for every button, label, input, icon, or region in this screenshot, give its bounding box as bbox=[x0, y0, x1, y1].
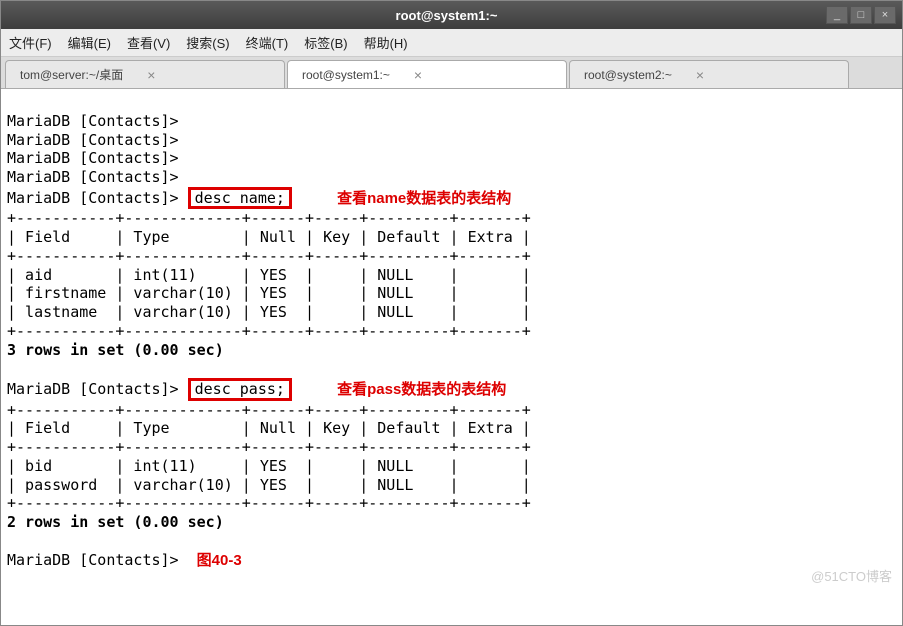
result-summary: 3 rows in set (0.00 sec) bbox=[7, 341, 224, 359]
menu-bar: 文件(F) 编辑(E) 查看(V) 搜索(S) 终端(T) 标签(B) 帮助(H… bbox=[1, 29, 902, 57]
watermark: @51CTO博客 bbox=[811, 569, 892, 585]
terminal-area[interactable]: MariaDB [Contacts]> MariaDB [Contacts]> … bbox=[1, 89, 902, 593]
window-title: root@system1:~ bbox=[67, 8, 826, 23]
menu-search[interactable]: 搜索(S) bbox=[186, 33, 229, 52]
annotation-name: 查看name数据表的表结构 bbox=[337, 190, 511, 207]
table-border: +-----------+-------------+------+-----+… bbox=[7, 401, 531, 419]
tab-label: root@system1:~ bbox=[302, 68, 390, 82]
command-highlight-box: desc pass; bbox=[188, 378, 292, 401]
table-border: +-----------+-------------+------+-----+… bbox=[7, 209, 531, 227]
menu-file[interactable]: 文件(F) bbox=[9, 33, 52, 52]
prompt-line: MariaDB [Contacts]> bbox=[7, 149, 179, 167]
close-icon[interactable]: × bbox=[696, 67, 704, 83]
close-icon[interactable]: × bbox=[414, 67, 422, 83]
table-row: | bid | int(11) | YES | | NULL | | bbox=[7, 457, 531, 475]
table-border: +-----------+-------------+------+-----+… bbox=[7, 494, 531, 512]
command-highlight-box: desc name; bbox=[188, 187, 292, 210]
annotation-pass: 查看pass数据表的表结构 bbox=[337, 381, 506, 398]
prompt-line: MariaDB [Contacts]> bbox=[7, 131, 179, 149]
command-desc-pass: desc pass; bbox=[195, 380, 285, 398]
maximize-button[interactable]: □ bbox=[850, 6, 872, 24]
minimize-button[interactable]: _ bbox=[826, 6, 848, 24]
prompt-line: MariaDB [Contacts]> bbox=[7, 380, 179, 398]
table-border: +-----------+-------------+------+-----+… bbox=[7, 438, 531, 456]
result-summary: 2 rows in set (0.00 sec) bbox=[7, 513, 224, 531]
tab-label: tom@server:~/桌面 bbox=[20, 66, 123, 83]
command-desc-name: desc name; bbox=[195, 189, 285, 207]
table-row: | aid | int(11) | YES | | NULL | | bbox=[7, 266, 531, 284]
prompt-line: MariaDB [Contacts]> bbox=[7, 551, 179, 569]
menu-terminal[interactable]: 终端(T) bbox=[246, 33, 289, 52]
tab-root-system2[interactable]: root@system2:~ × bbox=[569, 60, 849, 88]
table-header: | Field | Type | Null | Key | Default | … bbox=[7, 228, 531, 246]
window-titlebar: root@system1:~ _ □ × bbox=[1, 1, 902, 29]
tab-bar: tom@server:~/桌面 × root@system1:~ × root@… bbox=[1, 57, 902, 89]
prompt-line: MariaDB [Contacts]> bbox=[7, 189, 179, 207]
table-border: +-----------+-------------+------+-----+… bbox=[7, 322, 531, 340]
close-button[interactable]: × bbox=[874, 6, 896, 24]
table-header: | Field | Type | Null | Key | Default | … bbox=[7, 419, 531, 437]
tab-tom-server[interactable]: tom@server:~/桌面 × bbox=[5, 60, 285, 88]
close-icon[interactable]: × bbox=[147, 67, 155, 83]
figure-number: 图40-3 bbox=[197, 552, 242, 569]
tab-root-system1[interactable]: root@system1:~ × bbox=[287, 60, 567, 88]
table-row: | firstname | varchar(10) | YES | | NULL… bbox=[7, 284, 531, 302]
table-row: | password | varchar(10) | YES | | NULL … bbox=[7, 476, 531, 494]
menu-view[interactable]: 查看(V) bbox=[127, 33, 170, 52]
table-row: | lastname | varchar(10) | YES | | NULL … bbox=[7, 303, 531, 321]
menu-tabs[interactable]: 标签(B) bbox=[304, 33, 347, 52]
tab-label: root@system2:~ bbox=[584, 68, 672, 82]
menu-edit[interactable]: 编辑(E) bbox=[68, 33, 111, 52]
window-controls: _ □ × bbox=[826, 6, 896, 24]
prompt-line: MariaDB [Contacts]> bbox=[7, 168, 179, 186]
prompt-line: MariaDB [Contacts]> bbox=[7, 112, 179, 130]
menu-help[interactable]: 帮助(H) bbox=[364, 33, 408, 52]
table-border: +-----------+-------------+------+-----+… bbox=[7, 247, 531, 265]
